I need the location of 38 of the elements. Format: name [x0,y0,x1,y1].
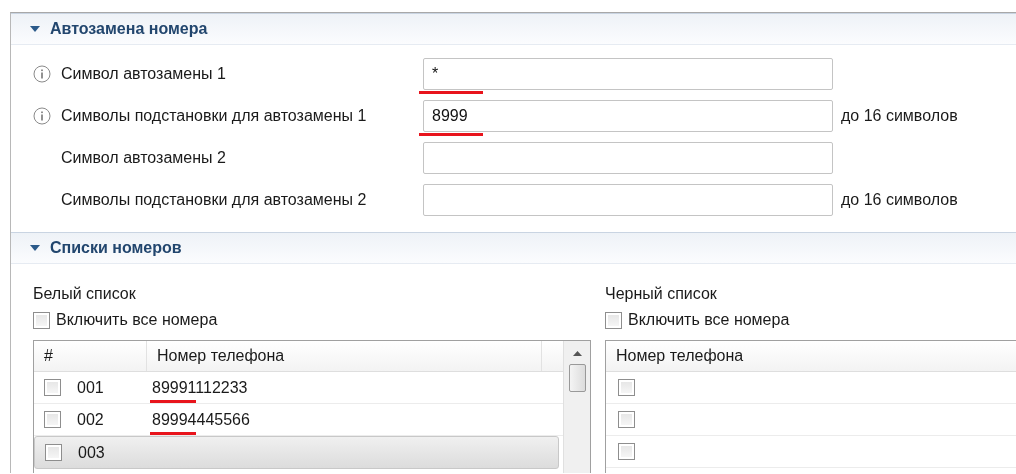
row-number: 002 [77,410,104,429]
row-number: 003 [78,443,105,462]
selected-row[interactable]: 003 [34,436,559,469]
row-number: 001 [77,378,104,397]
checkbox-label[interactable]: Включить все номера [628,311,790,329]
checkbox[interactable] [618,379,635,396]
checkbox-label[interactable]: Включить все номера [56,311,218,329]
field-label: Символы подстановки для автозамены 2 [61,191,368,209]
input-field[interactable] [423,184,833,216]
field-label: Символ автозамены 1 [61,65,227,83]
column-header[interactable]: Номер телефона [147,341,542,371]
checkbox[interactable] [44,379,61,396]
checkbox[interactable] [618,411,635,428]
checkbox[interactable] [33,311,50,329]
section-header[interactable]: Списки номеров [11,232,1016,264]
input-field[interactable]: * [423,58,833,90]
phone-number: 89994445566 [152,410,250,429]
list-title: Белый список [33,284,137,304]
checkbox[interactable] [44,411,61,428]
input-field[interactable] [423,142,833,174]
column-header[interactable]: # [34,341,147,371]
checkbox[interactable] [605,311,622,329]
scroll-up-icon [572,351,582,356]
field-label: Символы подстановки для автозамены 1 [61,107,368,125]
field-hint: до 16 символов [841,107,959,125]
column-header[interactable]: Номер телефона [606,341,1016,371]
list-title: Черный список [605,284,718,304]
checkbox[interactable] [45,444,62,461]
expand-icon [29,243,41,253]
expand-icon [29,24,41,34]
checkbox[interactable] [618,443,635,460]
scroll-thumb[interactable] [568,364,586,392]
section-header[interactable]: Автозамена номера [11,13,1016,45]
input-field[interactable]: 8999 [423,100,833,132]
field-label: Символ автозамены 2 [61,149,227,167]
phone-number: 89991112233 [152,378,248,397]
table-row[interactable]: 001 89991112233 [34,372,563,404]
field-hint: до 16 символов [841,191,959,209]
